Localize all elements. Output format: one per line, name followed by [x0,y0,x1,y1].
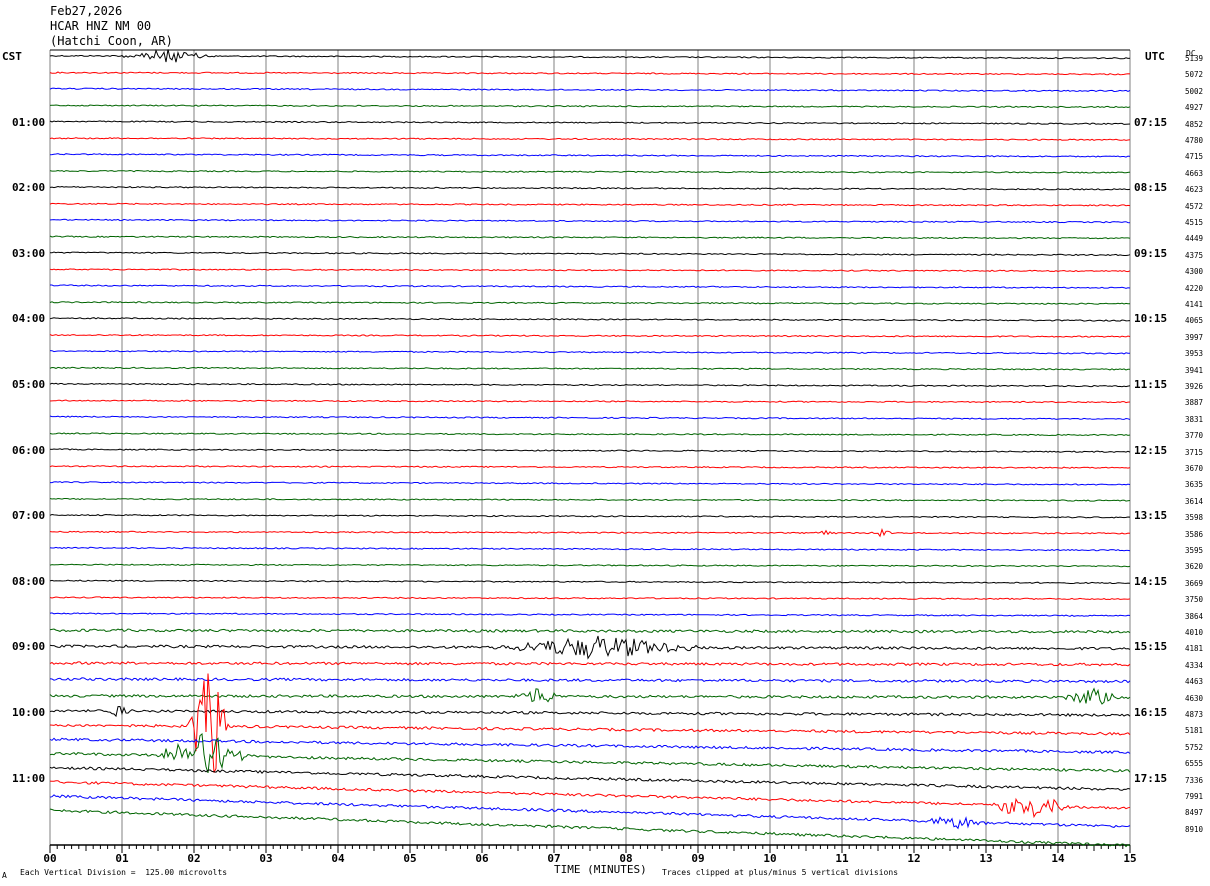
x-tick-label-00: 00 [43,852,56,865]
trace-24 [49,448,1131,453]
trace-32 [49,579,1131,585]
trace-2 [49,87,1131,93]
trace-23 [49,432,1131,437]
x-tick-label-13: 13 [979,852,992,865]
trace-34 [49,612,1131,617]
x-tick-label-11: 11 [835,852,849,865]
trace-38 [49,677,1131,684]
x-tick-label-01: 01 [115,852,129,865]
trace-11 [49,235,1131,240]
trace-14 [50,284,1131,289]
trace-4 [49,120,1131,125]
trace-10 [49,218,1131,224]
seismogram-plot: 00 01 02 03 04 05 06 07 08 09 10 11 12 13 14 15 [43,48,1137,865]
trace-36 [49,635,1131,660]
scale-note: Each Vertical Division = 125.00 microvol… [20,868,228,877]
trace-1 [49,71,1131,76]
x-tick-label-09: 09 [691,852,704,865]
trace-12 [50,251,1131,257]
trace-3 [49,104,1131,109]
x-tick-label-06: 06 [475,852,489,865]
x-tick-label-03: 03 [259,852,272,865]
x-tick-label-15: 15 [1123,852,1136,865]
trace-30 [49,546,1131,552]
trace-44 [49,766,1131,791]
trace-45 [49,780,1131,819]
trace-0 [49,48,1131,63]
trace-22 [49,415,1131,420]
trace-25 [49,465,1131,469]
trace-33 [49,596,1131,601]
trace-26 [50,481,1131,486]
trace-7 [49,169,1131,174]
trace-16 [49,317,1131,322]
x-tick-label-10: 10 [763,852,776,865]
trace-35 [49,628,1131,634]
trace-28 [49,513,1131,519]
trace-20 [49,382,1131,388]
x-tick-label-12: 12 [907,852,920,865]
x-tick-label-14: 14 [1051,852,1065,865]
clip-note: Traces clipped at plus/minus 5 vertical … [662,868,899,877]
footer-mark: A [2,871,7,880]
x-tick-label-05: 05 [403,852,416,865]
trace-18 [49,350,1131,355]
trace-29 [49,528,1131,538]
trace-6 [49,153,1131,158]
trace-15 [49,301,1130,305]
trace-19 [49,366,1130,371]
trace-9 [49,202,1131,207]
trace-39 [49,687,1131,705]
trace-21 [49,399,1131,404]
trace-17 [49,333,1131,338]
trace-46 [49,794,1131,830]
trace-13 [49,268,1131,273]
trace-31 [49,563,1131,568]
trace-40 [49,705,1131,718]
x-tick-label-04: 04 [331,852,345,865]
x-axis-title: TIME (MINUTES) [554,863,647,876]
trace-8 [49,185,1131,191]
trace-37 [49,661,1131,667]
x-tick-label-02: 02 [187,852,200,865]
trace-27 [49,497,1131,502]
trace-5 [49,137,1131,141]
